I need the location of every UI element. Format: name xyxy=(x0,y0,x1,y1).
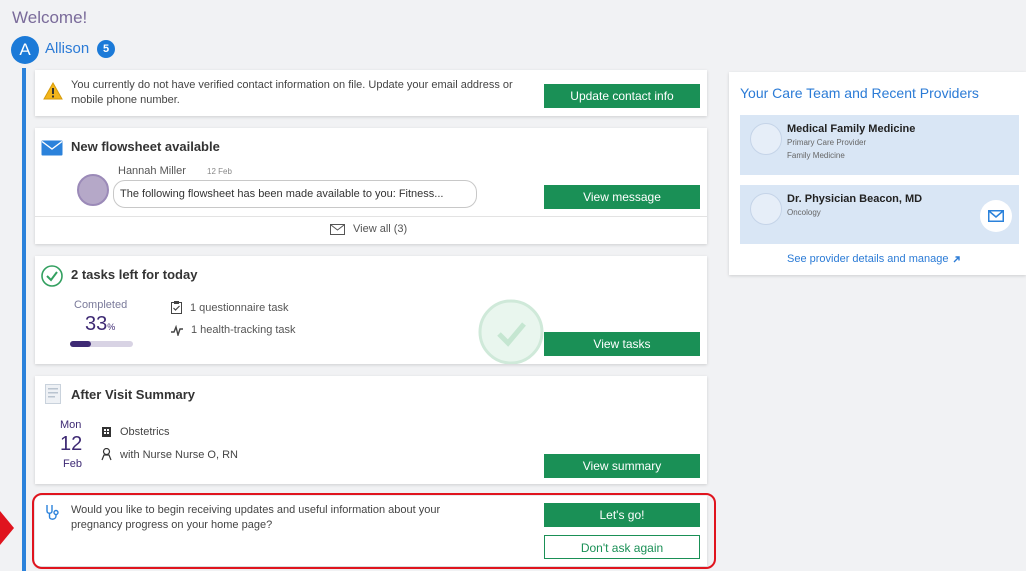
message-provider-button[interactable] xyxy=(980,200,1012,232)
visit-department: Obstetrics xyxy=(101,426,170,438)
view-tasks-button[interactable]: View tasks xyxy=(544,332,700,356)
care-team-panel: Your Care Team and Recent Providers Medi… xyxy=(729,72,1026,275)
avs-title: After Visit Summary xyxy=(71,387,196,402)
contact-info-card: You currently do not have verified conta… xyxy=(35,70,707,116)
percent-value: 33 xyxy=(85,313,108,335)
red-pointer-arrow xyxy=(0,511,14,545)
provider-avatar xyxy=(750,193,782,225)
user-avatar[interactable]: A xyxy=(11,36,39,64)
visit-day: 12 xyxy=(60,433,83,455)
view-all-messages-link[interactable]: View all (3) xyxy=(330,223,407,235)
department-label: Obstetrics xyxy=(120,426,170,438)
message-date: 12 Feb xyxy=(207,167,232,176)
provider-role: Primary Care Provider xyxy=(787,138,867,147)
task-health-tracking-label: 1 health-tracking task xyxy=(191,324,296,336)
provider-details-label: See provider details and manage xyxy=(787,253,949,265)
contact-info-message: You currently do not have verified conta… xyxy=(71,79,513,106)
welcome-heading: Welcome! xyxy=(12,8,88,27)
envelope-outline-icon xyxy=(330,223,345,235)
provider-specialty: Family Medicine xyxy=(787,151,845,160)
task-item-questionnaire: 1 questionnaire task xyxy=(171,301,288,314)
provider-name: Dr. Physician Beacon, MD xyxy=(787,193,923,205)
progress-fill xyxy=(70,341,91,347)
clipboard-icon xyxy=(171,301,182,314)
check-circle-icon xyxy=(41,265,63,287)
provider-details-link[interactable]: See provider details and manage xyxy=(787,253,961,265)
view-message-button[interactable]: View message xyxy=(544,185,700,209)
after-visit-summary-card: After Visit Summary Mon 12 Feb Obstetric… xyxy=(35,376,707,484)
provider-avatar xyxy=(750,123,782,155)
sender-name: Hannah Miller xyxy=(118,165,186,177)
pulse-icon xyxy=(171,324,183,336)
view-summary-button[interactable]: View summary xyxy=(544,454,700,478)
visit-month: Feb xyxy=(63,458,82,470)
provider-specialty: Oncology xyxy=(787,208,821,217)
tasks-card: 2 tasks left for today Completed 33% 1 q… xyxy=(35,256,707,364)
percent-sign: % xyxy=(107,322,116,332)
message-preview-bubble[interactable]: The following flowsheet has been made av… xyxy=(113,180,477,208)
building-icon xyxy=(102,427,111,437)
completed-percent: 33% xyxy=(85,313,115,336)
visit-provider: with Nurse Nurse O, RN xyxy=(101,448,238,461)
task-item-health-tracking: 1 health-tracking task xyxy=(171,324,296,336)
envelope-icon xyxy=(988,210,1004,222)
highlight-outline xyxy=(32,493,716,569)
provider-name: Medical Family Medicine xyxy=(787,123,916,135)
person-badge-icon xyxy=(101,448,112,461)
completed-label: Completed xyxy=(74,299,128,311)
envelope-icon xyxy=(41,140,63,156)
decorative-check-icon xyxy=(478,299,544,364)
visit-weekday: Mon xyxy=(60,419,82,431)
provider-card[interactable]: Dr. Physician Beacon, MD Oncology xyxy=(740,185,1019,244)
flowsheet-title: New flowsheet available xyxy=(71,139,220,154)
care-team-title[interactable]: Your Care Team and Recent Providers xyxy=(740,85,979,101)
warning-icon xyxy=(43,82,63,100)
sender-avatar xyxy=(77,174,109,206)
provider-label: with Nurse Nurse O, RN xyxy=(120,448,238,461)
provider-card[interactable]: Medical Family Medicine Primary Care Pro… xyxy=(740,115,1019,175)
user-name-link[interactable]: Allison xyxy=(45,40,89,57)
task-questionnaire-label: 1 questionnaire task xyxy=(190,301,289,314)
flowsheet-card: New flowsheet available Hannah Miller 12… xyxy=(35,128,707,244)
timeline-bar xyxy=(22,68,26,571)
update-contact-info-button[interactable]: Update contact info xyxy=(544,84,700,108)
progress-bar xyxy=(70,341,133,347)
document-icon xyxy=(45,384,61,404)
view-all-label: View all (3) xyxy=(353,223,408,235)
tasks-title: 2 tasks left for today xyxy=(71,267,198,282)
external-link-icon xyxy=(953,255,961,262)
card-divider xyxy=(35,216,707,217)
notification-badge[interactable]: 5 xyxy=(97,40,115,58)
